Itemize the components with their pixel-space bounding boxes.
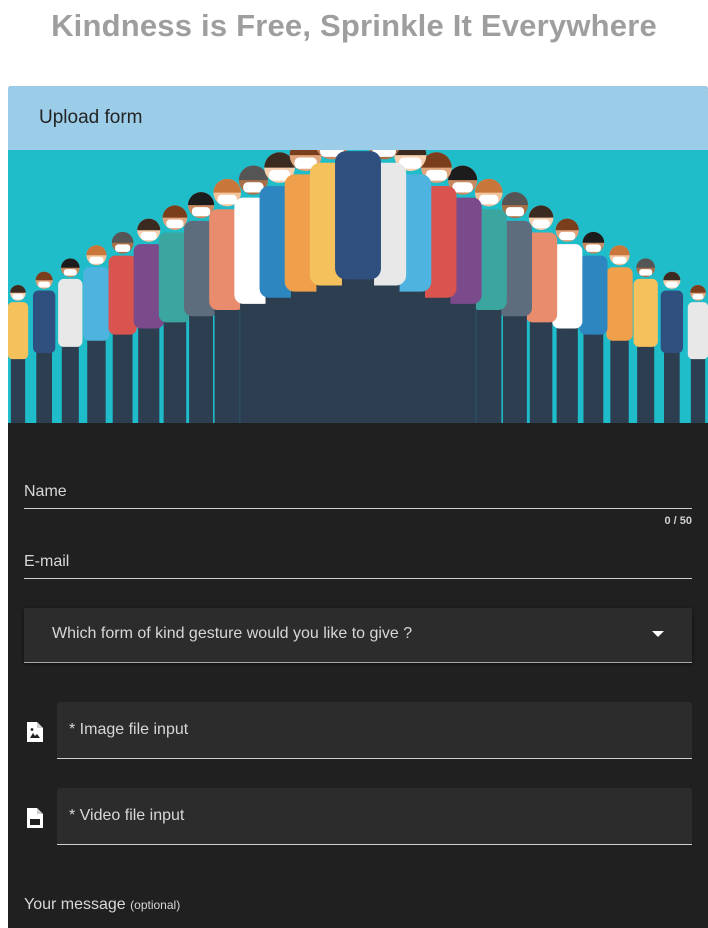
name-field-label: Name <box>24 483 67 500</box>
upload-form-card: Upload form Name 0 / 50 E-mail Which for… <box>8 86 708 928</box>
card-title: Upload form <box>39 107 143 128</box>
image-file-input[interactable]: * Image file input <box>57 702 692 759</box>
card-header: Upload form <box>8 86 708 150</box>
video-file-row: * Video file input <box>24 788 692 845</box>
image-file-icon[interactable] <box>24 721 46 743</box>
video-file-input-label: * Video file input <box>69 807 185 824</box>
healthcare-workers-banner <box>8 150 708 423</box>
message-field-label: Your message (optional) <box>24 896 180 914</box>
video-file-input[interactable]: * Video file input <box>57 788 692 845</box>
name-char-counter: 0 / 50 <box>664 515 692 527</box>
name-field[interactable]: Name <box>24 470 692 509</box>
email-field-label: E-mail <box>24 553 70 570</box>
image-file-row: * Image file input <box>24 702 692 759</box>
kind-gesture-select-label: Which form of kind gesture would you lik… <box>52 625 413 642</box>
message-label-text: Your message <box>24 896 126 913</box>
image-file-input-label: * Image file input <box>69 721 189 738</box>
caret-down-icon[interactable] <box>652 631 664 637</box>
message-optional-hint: (optional) <box>130 898 181 912</box>
video-file-icon[interactable] <box>24 807 46 829</box>
email-field[interactable]: E-mail <box>24 540 692 579</box>
page-title: Kindness is Free, Sprinkle It Everywhere <box>51 8 657 43</box>
kind-gesture-select[interactable]: Which form of kind gesture would you lik… <box>24 608 692 663</box>
